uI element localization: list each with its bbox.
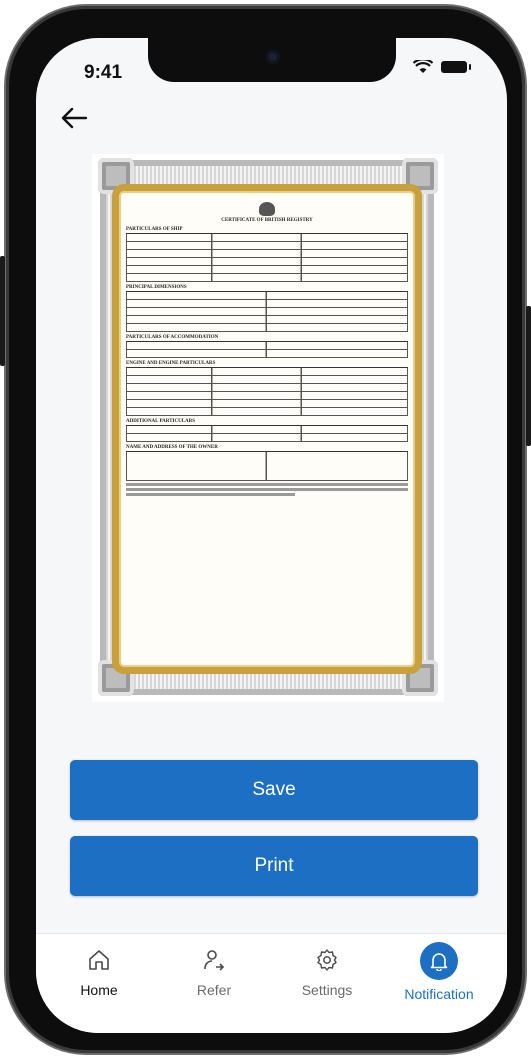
section-heading: NAME AND ADDRESS OF THE OWNER	[126, 445, 218, 450]
certificate-title: CERTIFICATE OF BRITISH REGISTRY	[221, 218, 313, 223]
section-heading: PARTICULARS OF ACCOMMODATION	[126, 335, 219, 340]
section-heading: PARTICULARS OF SHIP	[126, 227, 183, 232]
wifi-icon	[413, 60, 433, 73]
tab-notification[interactable]: Notification	[384, 934, 494, 1014]
tab-refer-label: Refer	[196, 982, 232, 998]
fine-print	[126, 493, 296, 496]
home-icon	[87, 948, 111, 972]
table-block	[126, 341, 408, 358]
section-heading: ADDITIONAL PARTICULARS	[126, 419, 196, 424]
camera-icon	[266, 50, 280, 64]
status-icons	[413, 60, 471, 74]
status-time: 9:41	[84, 62, 123, 83]
refer-icon	[202, 948, 226, 972]
arrow-left-icon	[61, 107, 88, 129]
section-heading: ENGINE AND ENGINE PARTICULARS	[126, 361, 216, 366]
tab-settings[interactable]: Settings	[272, 934, 382, 1014]
table-block	[126, 451, 408, 481]
print-button[interactable]: Print	[70, 836, 478, 896]
battery-icon	[441, 61, 471, 73]
tab-settings-label: Settings	[301, 982, 353, 998]
side-button-right	[526, 306, 531, 446]
bottom-tab-bar: Home Refer Settings Notification	[36, 933, 507, 1033]
phone-frame: 9:41 CERTIFICATE OF BRITISH REGISTRY PAR…	[0, 6, 531, 1053]
table-block	[126, 291, 408, 332]
tab-home-label: Home	[80, 982, 118, 998]
gear-icon	[315, 948, 339, 972]
section-heading: PRINCIPAL DIMENSIONS	[126, 285, 187, 290]
tab-notification-label: Notification	[404, 986, 474, 1002]
table-block	[126, 233, 408, 282]
certificate-content: CERTIFICATE OF BRITISH REGISTRY PARTICUL…	[126, 202, 408, 562]
notch	[148, 38, 396, 82]
fine-print	[126, 488, 408, 491]
certificate-preview: CERTIFICATE OF BRITISH REGISTRY PARTICUL…	[92, 154, 444, 702]
side-button-left	[0, 256, 5, 366]
save-button[interactable]: Save	[70, 760, 478, 820]
bell-icon	[420, 942, 458, 980]
tab-refer[interactable]: Refer	[159, 934, 269, 1014]
crest-icon	[259, 202, 275, 216]
fine-print	[126, 483, 408, 486]
screen: 9:41 CERTIFICATE OF BRITISH REGISTRY PAR…	[36, 38, 507, 1033]
tab-home[interactable]: Home	[44, 934, 154, 1014]
table-block	[126, 367, 408, 416]
table-block	[126, 425, 408, 442]
back-button[interactable]	[60, 106, 92, 134]
